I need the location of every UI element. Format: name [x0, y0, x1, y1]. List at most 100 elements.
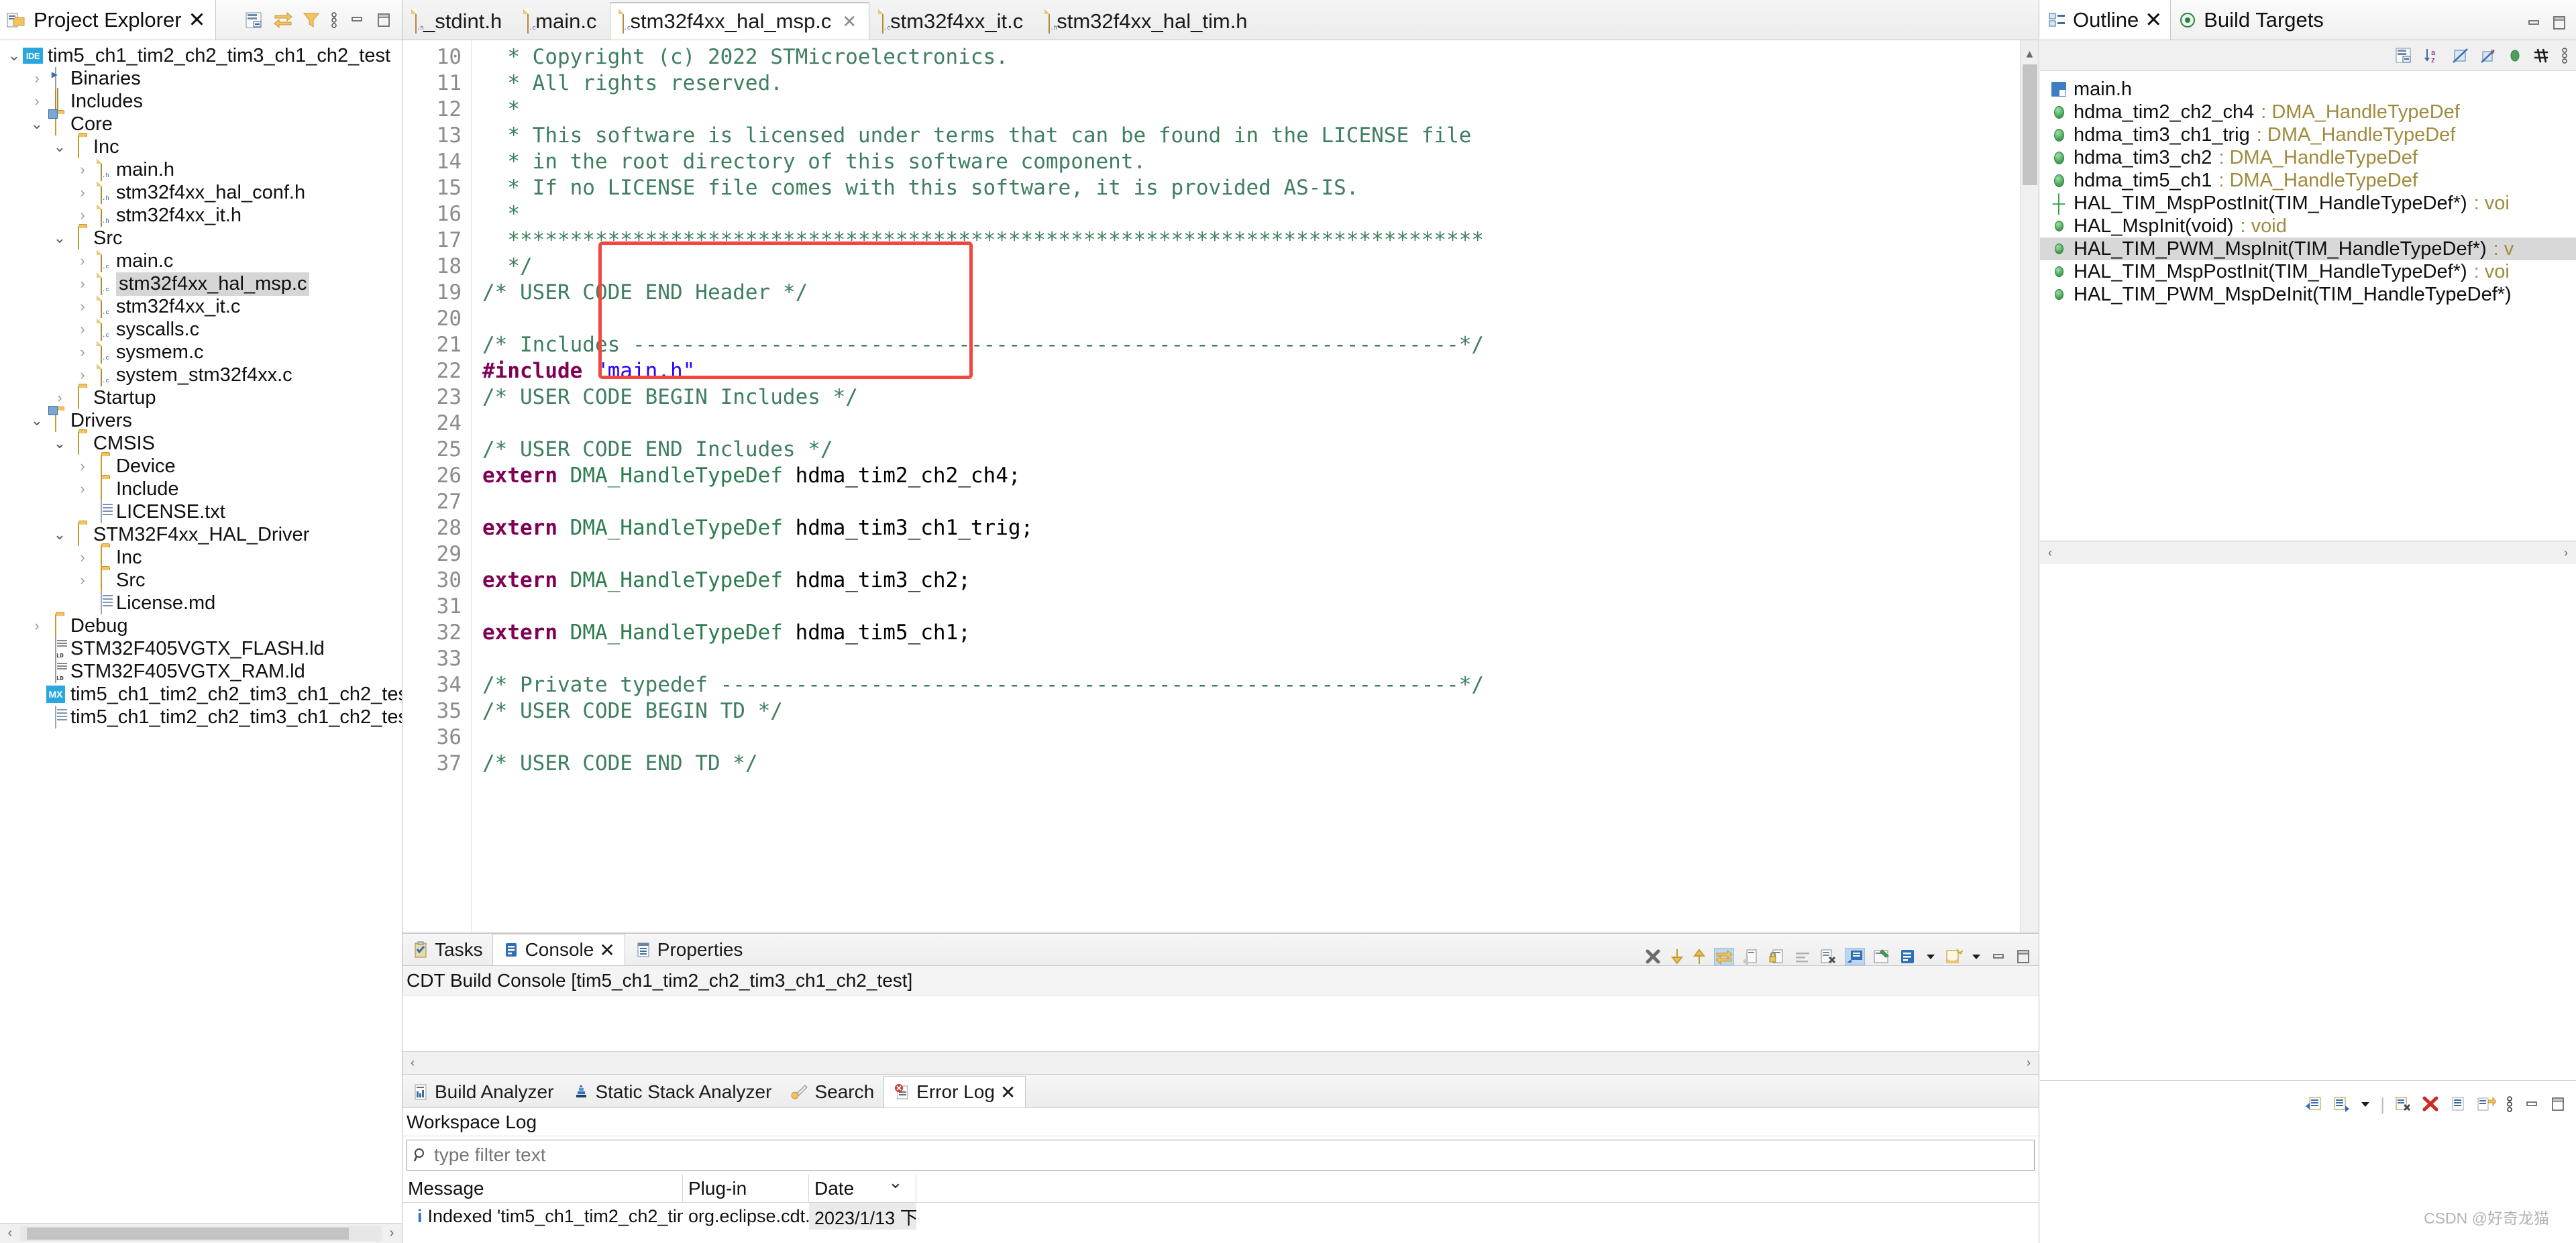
- editor-vscrollbar[interactable]: ▲: [2020, 40, 2039, 932]
- tree-item[interactable]: ⌄ Src: [0, 226, 402, 250]
- tree-item[interactable]: › .h stm32f4xx_hal_conf.h: [0, 180, 402, 204]
- code-line[interactable]: #include "main.h": [482, 358, 2039, 384]
- import-log-icon[interactable]: [2332, 1095, 2351, 1113]
- open-console-icon[interactable]: [1898, 948, 1917, 965]
- code-line[interactable]: /* Includes ----------------------------…: [482, 332, 2039, 358]
- outline-item[interactable]: HAL_TIM_PWM_MspDeInit(TIM_HandleTypeDef*…: [2040, 283, 2576, 306]
- chevron-down-icon[interactable]: ⌄: [28, 117, 46, 131]
- chevron-right-icon[interactable]: ›: [74, 345, 91, 360]
- code-line[interactable]: /* USER CODE END Header */: [482, 280, 2039, 306]
- hide-static-icon[interactable]: s: [2479, 47, 2498, 64]
- code-line[interactable]: extern DMA_HandleTypeDef hdma_tim5_ch1;: [482, 620, 2039, 646]
- chevron-right-icon[interactable]: ›: [74, 254, 91, 268]
- new-console-icon[interactable]: [1944, 948, 1963, 965]
- code-line[interactable]: [482, 489, 2039, 515]
- scroll-thumb[interactable]: [2023, 64, 2037, 185]
- tree-item[interactable]: LD STM32F405VGTX_FLASH.ld: [0, 637, 402, 660]
- error-log-tab-search[interactable]: Search: [781, 1076, 883, 1107]
- outline-item[interactable]: hdma_tim2_ch2_ch4 : DMA_HandleTypeDef: [2040, 101, 2576, 123]
- tree-item[interactable]: LICENSE.txt: [0, 500, 402, 523]
- code-line[interactable]: extern DMA_HandleTypeDef hdma_tim2_ch2_c…: [482, 463, 2039, 489]
- tree-item[interactable]: License.md: [0, 591, 402, 614]
- code-line[interactable]: [482, 646, 2039, 672]
- hide-fields-icon[interactable]: [2451, 47, 2470, 64]
- console-output[interactable]: [402, 995, 2039, 1051]
- code-line[interactable]: */: [482, 254, 2039, 280]
- tree-item[interactable]: › .c main.c: [0, 249, 402, 272]
- close-icon[interactable]: ✕: [2145, 8, 2162, 32]
- tree-item[interactable]: › Startup: [0, 386, 402, 409]
- code-line[interactable]: * Copyright (c) 2022 STMicroelectronics.: [482, 44, 2039, 70]
- column-header-message[interactable]: Message: [402, 1175, 683, 1202]
- tree-item[interactable]: ⌄ IDE tim5_ch1_tim2_ch2_tim3_ch1_ch2_test: [0, 44, 402, 67]
- tree-item[interactable]: › Inc: [0, 545, 402, 569]
- scroll-right-icon[interactable]: ›: [2019, 1056, 2039, 1070]
- toolbar-dropdown-icon[interactable]: [2359, 1095, 2371, 1113]
- tree-item[interactable]: › .c sysmem.c: [0, 340, 402, 364]
- outline-item[interactable]: hdma_tim3_ch2 : DMA_HandleTypeDef: [2040, 146, 2576, 169]
- collapse-all-icon[interactable]: [245, 11, 264, 29]
- scroll-right-icon[interactable]: ›: [382, 1226, 402, 1241]
- outline-hscrollbar[interactable]: ‹ ›: [2040, 541, 2576, 564]
- tree-item[interactable]: › .h main.h: [0, 158, 402, 181]
- lock-console-icon[interactable]: [1768, 948, 1786, 965]
- remove-console-icon[interactable]: [1819, 948, 1837, 965]
- open-console-dropdown-icon[interactable]: [1925, 948, 1937, 965]
- code-line[interactable]: [482, 411, 2039, 437]
- editor-tab-stm32f4xx-hal-msp-c[interactable]: .c stm32f4xx_hal_msp.c ✕: [609, 2, 870, 40]
- tree-item[interactable]: ⌄ CMSIS: [0, 431, 402, 455]
- code-line[interactable]: [482, 724, 2039, 751]
- chevron-down-icon[interactable]: ⌄: [51, 527, 68, 542]
- project-tree[interactable]: ⌄ IDE tim5_ch1_tim2_ch2_tim3_ch1_ch2_test ›…: [0, 40, 402, 1223]
- error-log-tab-static-stack-analyzer[interactable]: Static Stack Analyzer: [563, 1076, 781, 1107]
- code-line[interactable]: *: [482, 201, 2039, 227]
- tree-item[interactable]: tim5_ch1_tim2_ch2_tim3_ch1_ch2_test Deb: [0, 705, 402, 728]
- code-line[interactable]: /* Private typedef ---------------------…: [482, 672, 2039, 698]
- close-icon[interactable]: ✕: [189, 8, 206, 32]
- open-log-icon[interactable]: [2449, 1095, 2467, 1113]
- terminate-icon[interactable]: [1644, 948, 1662, 965]
- code-line[interactable]: [482, 594, 2039, 620]
- error-log-tab-error-log[interactable]: Error Log ✕: [883, 1076, 1026, 1107]
- outline-tab-outline[interactable]: Outline ✕: [2040, 0, 2171, 40]
- scroll-lock-icon[interactable]: [1714, 948, 1734, 965]
- error-log-tab-build-analyzer[interactable]: Build Analyzer: [402, 1076, 563, 1107]
- tree-item[interactable]: › .c system_stm32f4xx.c: [0, 363, 402, 386]
- chevron-right-icon[interactable]: ›: [28, 94, 46, 109]
- tree-item[interactable]: MX tim5_ch1_tim2_ch2_tim3_ch1_ch2_test.io…: [0, 683, 402, 706]
- source-editor[interactable]: 10 11 12 13 14 15 16 17 18 19 20 21 22 23 24 25 26 27 28 29…: [402, 40, 2039, 932]
- editor-tabbar[interactable]: .h _stdint.h .c main.c .c stm32f4xx_hal_msp.c…: [402, 0, 2039, 40]
- outline-item[interactable]: main.h: [2040, 78, 2576, 101]
- chevron-right-icon[interactable]: ›: [28, 618, 46, 633]
- scroll-up-icon[interactable]: [1692, 948, 1707, 965]
- console-tabbar[interactable]: Tasks Console ✕ Properties: [402, 934, 2039, 966]
- scroll-up-icon[interactable]: ▲: [2021, 40, 2039, 60]
- tree-item[interactable]: › Includes: [0, 89, 402, 113]
- outline-tab-build-targets[interactable]: Build Targets: [2171, 0, 2332, 40]
- tab-project-explorer[interactable]: Project Explorer ✕: [0, 0, 216, 40]
- outline-item[interactable]: HAL_TIM_MspPostInit(TIM_HandleTypeDef*) …: [2040, 260, 2576, 283]
- word-wrap-icon[interactable]: [1794, 948, 1811, 965]
- tree-item[interactable]: › .c stm32f4xx_it.c: [0, 294, 402, 318]
- code-line[interactable]: /* USER CODE END TD */: [482, 751, 2039, 777]
- chevron-right-icon[interactable]: ›: [51, 390, 68, 405]
- view-menu-icon[interactable]: [2560, 47, 2569, 64]
- code-line[interactable]: extern DMA_HandleTypeDef hdma_tim3_ch1_t…: [482, 515, 2039, 541]
- chevron-right-icon[interactable]: ›: [28, 71, 46, 86]
- minimize-icon[interactable]: [2525, 14, 2542, 32]
- chevron-down-icon[interactable]: ⌄: [51, 436, 68, 451]
- scroll-left-icon[interactable]: ‹: [402, 1056, 423, 1070]
- tree-item[interactable]: ⌄ Inc: [0, 135, 402, 158]
- console-tab-properties[interactable]: Properties: [625, 934, 753, 965]
- outline-item[interactable]: hdma_tim5_ch1 : DMA_HandleTypeDef: [2040, 169, 2576, 192]
- chevron-right-icon[interactable]: ›: [74, 162, 91, 177]
- chevron-right-icon[interactable]: ›: [74, 550, 91, 565]
- editor-tab-stm32f4xx-hal-tim-h[interactable]: .h stm32f4xx_hal_tim.h: [1036, 2, 1260, 40]
- table-row[interactable]: i Indexed 'tim5_ch1_tim2_ch2_tim3_ch org…: [402, 1203, 2039, 1230]
- tree-item[interactable]: › Debug: [0, 614, 402, 637]
- code-line[interactable]: [482, 541, 2039, 568]
- maximize-icon[interactable]: [375, 11, 392, 29]
- chevron-right-icon[interactable]: ›: [74, 368, 91, 382]
- outline-tabbar[interactable]: Outline ✕ Build Targets: [2040, 0, 2576, 40]
- code-line[interactable]: /* USER CODE END Includes */: [482, 437, 2039, 463]
